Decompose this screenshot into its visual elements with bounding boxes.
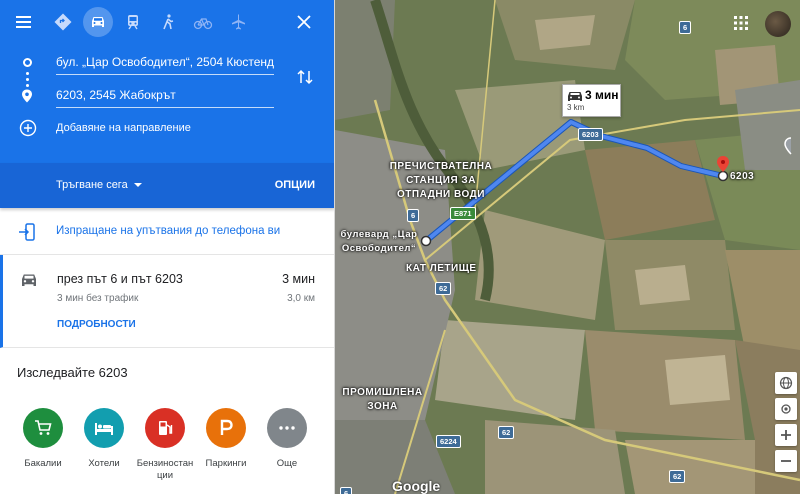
- road-shield: 6224: [436, 435, 461, 448]
- category-label: Бакалии: [24, 458, 62, 469]
- chevron-down-icon: [133, 183, 142, 187]
- mode-flights-button[interactable]: [223, 7, 253, 37]
- apps-grid-icon: [734, 16, 748, 30]
- start-location-label: булевард „Цар Освободител“: [340, 229, 418, 254]
- bed-icon: [84, 408, 124, 448]
- route-dots: [26, 84, 29, 87]
- map-controls: [775, 372, 797, 476]
- directions-diamond-icon: [54, 13, 72, 31]
- category-hotels-button[interactable]: Хотели: [74, 408, 134, 470]
- callout-distance: 3 km: [567, 103, 585, 112]
- swap-icon: [297, 69, 313, 85]
- zoom-in-button[interactable]: [775, 424, 797, 446]
- send-to-phone-row[interactable]: Изпращане на упътвания до телефона ви: [0, 209, 334, 255]
- route-traffic-text: 3 мин без трафик: [57, 293, 139, 304]
- origin-input[interactable]: бул. „Цар Освободител“, 2504 Кюстендил: [56, 51, 274, 75]
- destination-pin-icon: [21, 89, 33, 103]
- road-shield: 62: [498, 426, 515, 439]
- route-duration: 3 мин: [282, 272, 315, 286]
- road-shield: 6: [340, 487, 353, 494]
- plus-icon: [781, 430, 791, 440]
- walk-icon: [163, 14, 174, 30]
- send-to-phone-icon: [18, 223, 36, 241]
- destination-input[interactable]: 6203, 2545 Жабокрът: [56, 84, 274, 108]
- category-groceries-button[interactable]: Бакалии: [13, 408, 73, 470]
- place-label-industrial-zone: ПРОМИШЛЕНА ЗОНА: [342, 387, 423, 412]
- globe-button[interactable]: [775, 372, 797, 394]
- mode-driving-button[interactable]: [83, 7, 113, 37]
- category-parking-button[interactable]: Паркинги: [196, 408, 256, 470]
- category-more-button[interactable]: Още: [257, 408, 317, 470]
- route-via-text: през път 6 и път 6203: [57, 272, 183, 286]
- category-label: Хотели: [88, 458, 120, 469]
- directions-panel: бул. „Цар Освободител“, 2504 Кюстендил 6…: [0, 0, 335, 494]
- globe-icon: [779, 376, 793, 390]
- route-dots: [26, 72, 29, 75]
- explore-title: Изследвайте 6203: [17, 365, 128, 380]
- category-label: Паркинги: [205, 458, 247, 469]
- gas-station-icon: [145, 408, 185, 448]
- road-shield: 6: [407, 209, 420, 222]
- category-label: Още: [276, 458, 298, 469]
- route-dots: [26, 78, 29, 81]
- add-destination-button[interactable]: Добавяне на направление: [56, 122, 191, 134]
- train-icon: [128, 15, 138, 30]
- route-option-card[interactable]: през път 6 и път 6203 3 мин 3 мин без тр…: [0, 255, 334, 348]
- route-options-bar: Тръгване сега ОПЦИИ: [0, 163, 334, 208]
- parking-icon: [206, 408, 246, 448]
- my-location-button[interactable]: [775, 398, 797, 420]
- road-shield: 6203: [578, 128, 603, 141]
- my-location-icon: [781, 404, 791, 414]
- menu-icon: [16, 16, 31, 28]
- details-button[interactable]: ПОДРОБНОСТИ: [57, 319, 136, 330]
- more-icon: [267, 408, 307, 448]
- origin-dot-icon: [23, 58, 32, 67]
- road-shield: 6: [679, 21, 692, 34]
- car-icon: [92, 17, 104, 27]
- close-icon: [297, 15, 311, 29]
- bike-icon: [193, 18, 213, 30]
- plane-icon: [232, 14, 245, 30]
- road-shield: 62: [435, 282, 452, 295]
- road-shield: E871: [450, 207, 476, 220]
- category-label: Бензиностан ции: [136, 458, 194, 481]
- road-shield: 62: [669, 470, 686, 483]
- satellite-map[interactable]: ПРЕЧИСТВАТЕЛНА СТАНЦИЯ ЗА ОТПАДНИ ВОДИ бул…: [335, 0, 800, 494]
- cart-icon: [23, 408, 63, 448]
- mode-cycling-button[interactable]: [188, 7, 218, 37]
- callout-duration: 3 мин: [585, 88, 619, 102]
- car-icon: [19, 271, 39, 289]
- place-label-treatment-plant: ПРЕЧИСТВАТЕЛНА СТАНЦИЯ ЗА ОТПАДНИ ВОДИ: [389, 161, 493, 200]
- options-button[interactable]: ОПЦИИ: [275, 179, 315, 191]
- minus-icon: [781, 460, 791, 462]
- apps-button[interactable]: [734, 16, 748, 30]
- mode-walking-button[interactable]: [153, 7, 183, 37]
- avatar[interactable]: [765, 11, 791, 37]
- mode-best-button[interactable]: [48, 7, 78, 37]
- depart-time-dropdown[interactable]: Тръгване сега: [56, 179, 142, 191]
- route-callout[interactable]: 3 мин 3 km: [562, 84, 621, 117]
- swap-button[interactable]: [296, 68, 314, 86]
- directions-header: бул. „Цар Освободител“, 2504 Кюстендил 6…: [0, 0, 334, 163]
- car-icon: [568, 92, 582, 101]
- category-gas-stations-button[interactable]: Бензиностан ции: [135, 408, 195, 482]
- close-button[interactable]: [293, 11, 315, 33]
- google-logo: Google: [392, 478, 441, 494]
- send-to-phone-link[interactable]: Изпращане на упътвания до телефона ви: [56, 225, 280, 237]
- depart-time-label: Тръгване сега: [56, 179, 128, 191]
- zoom-out-button[interactable]: [775, 450, 797, 472]
- mode-transit-button[interactable]: [118, 7, 148, 37]
- menu-button[interactable]: [14, 12, 34, 32]
- place-label-airport: КАТ ЛЕТИЩЕ: [406, 263, 477, 274]
- route-distance: 3,0 км: [287, 293, 315, 304]
- end-location-label: 6203: [730, 171, 755, 182]
- add-destination-icon[interactable]: [19, 119, 37, 137]
